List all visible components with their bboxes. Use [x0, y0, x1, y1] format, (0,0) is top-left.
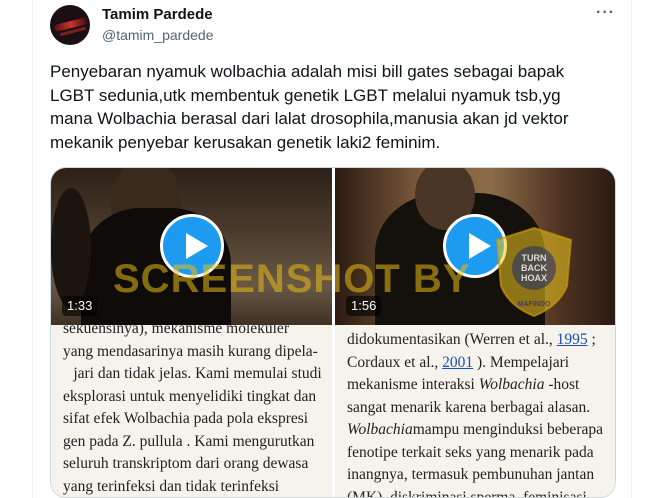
paper-excerpt-right: didokumentasikan (Werren et al., 1995 ; … — [335, 325, 615, 498]
citation-link[interactable]: 2001 — [442, 354, 473, 371]
media-grid: 1:33 1:56 SCREENSHOT BY TURN BACK HOAX M… — [50, 167, 616, 498]
tweet-line: mana Wolbachia berasal dari lalat drosop… — [50, 109, 569, 128]
avatar[interactable] — [50, 5, 90, 45]
tweet-text: Penyebaran nyamuk wolbachia adalah misi … — [50, 60, 610, 154]
doc-line: sangat menarik karena berbagai alasan. — [347, 398, 591, 416]
doc-line: eksplorasi untuk menyelidiki tingkat dan — [63, 387, 317, 405]
tweet-line: Penyebaran nyamuk wolbachia adalah misi … — [50, 62, 565, 81]
badge-text-1: TURN — [522, 253, 547, 263]
tweet-line: mekanik penyebar kerusakan genetik laki2… — [50, 132, 441, 152]
video-duration: 1:33 — [62, 296, 98, 316]
figure-shadow — [51, 188, 91, 308]
badge-text-3: HOAX — [521, 273, 547, 283]
tweet-line: LGBT sedunia,utk membentuk genetik LGBT … — [50, 85, 561, 105]
more-options-icon[interactable]: ··· — [596, 4, 618, 24]
doc-line: fenotipe terkait seks yang menarik pada — [347, 443, 594, 461]
doc-line: mekanisme interaksi Wolbachia -host — [347, 376, 580, 393]
doc-line: Wolbachiamampu menginduksi beberapa — [347, 421, 603, 438]
author-handle[interactable]: @tamim_pardede — [102, 27, 214, 43]
paper-excerpt-left: sekuensinya), mekanisme molekuler yang m… — [51, 325, 332, 497]
doc-line: sifat efek Wolbachia pada pola ekspresi — [63, 410, 309, 427]
doc-line: sekuensinya), mekanisme molekuler — [63, 325, 289, 337]
turnbackhoax-badge-icon: TURN BACK HOAX MAFINDO — [495, 226, 573, 318]
doc-line: yang terinfeksi dan tidak terinfeksi — [63, 477, 280, 495]
doc-line: (MK), diskriminasi sperma, feminisasi — [347, 488, 587, 498]
doc-line: yang mendasarinya masih kurang dipela- — [63, 342, 318, 360]
badge-bottom-text: MAFINDO — [518, 301, 551, 308]
doc-line: inangnya, termasuk pembunuhan jantan — [347, 466, 595, 483]
doc-line: gen pada Z. pullula . Kami mengurutkan — [63, 432, 315, 450]
doc-line: Cordaux et al., 2001 ). Mempelajari — [347, 353, 570, 371]
doc-line: seluruh transkriptom dari orang dewasa — [63, 455, 309, 472]
badge-text-2: BACK — [521, 263, 547, 273]
media-divider — [332, 168, 335, 497]
author-name[interactable]: Tamim Pardede — [102, 6, 213, 23]
citation-link[interactable]: 1995 — [557, 331, 588, 348]
doc-line: didokumentasikan (Werren et al., 1995 ; — [347, 331, 596, 348]
doc-line: jari dan tidak jelas. Kami memulai studi — [73, 365, 322, 382]
watermark-text: SCREENSHOT BY — [113, 257, 471, 301]
